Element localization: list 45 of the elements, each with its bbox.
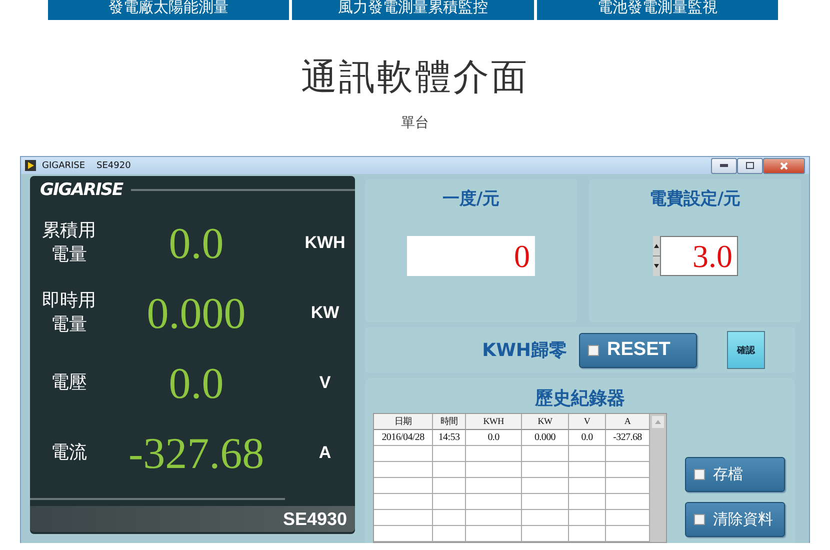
card-title: 一度/元	[442, 188, 500, 210]
reading-label: 電流	[50, 441, 88, 465]
history-button[interactable]: 存檔	[685, 457, 785, 492]
reading-unit: A	[318, 443, 332, 463]
brand-logo: GIGARISE	[40, 180, 123, 200]
app-icon	[25, 160, 36, 171]
model-label: SE4930	[282, 508, 347, 530]
close-icon[interactable]	[763, 158, 805, 174]
page-heading: 通訊軟體介面	[300, 56, 530, 100]
cost-value-field: 0	[407, 236, 535, 276]
table-cell: 14:53	[433, 430, 466, 446]
spinner-icon[interactable]	[652, 236, 660, 276]
table-cell: 2016/04/28	[374, 430, 433, 446]
maximize-icon[interactable]	[737, 158, 763, 174]
reading-value: -327.68	[127, 428, 266, 478]
table-cell: 0.000	[522, 430, 569, 446]
minimize-icon[interactable]	[711, 158, 737, 174]
window-title: GIGARISE SE4920	[42, 160, 131, 170]
reading-unit: KW	[310, 303, 340, 323]
reset-label: KWH歸零	[482, 339, 567, 362]
reading-value: 0.0	[168, 218, 225, 268]
table-cell: 0.0	[569, 430, 606, 446]
reading-unit: V	[318, 373, 332, 393]
history-button[interactable]: 清除資料	[685, 502, 785, 537]
nav-tab[interactable]: 風力發電測量累積監控	[292, 0, 534, 20]
column-header: KW	[522, 414, 569, 430]
reading-label: 即時用電量	[40, 289, 97, 337]
column-header: V	[569, 414, 606, 430]
table-cell: -327.68	[606, 430, 650, 446]
reading-value: 0.0	[168, 358, 225, 408]
column-header: 日期	[374, 414, 433, 430]
reading-label: 累積用電量	[40, 219, 97, 267]
column-header: KWH	[466, 414, 522, 430]
column-header: A	[606, 414, 650, 430]
reading-unit: KWH	[304, 233, 346, 253]
reset-button[interactable]: RESET	[579, 332, 697, 368]
column-header: 時間	[433, 414, 466, 430]
rate-input-field[interactable]: 3.0	[660, 236, 738, 276]
confirm-button[interactable]: 確認	[727, 331, 765, 369]
history-title: 歷史紀錄器	[534, 387, 626, 410]
reading-value: 0.000	[146, 288, 247, 338]
reading-label: 電壓	[50, 371, 88, 395]
card-title: 電費設定/元	[649, 188, 741, 210]
page-subheading: 單台	[400, 114, 430, 132]
table-cell: 0.0	[466, 430, 522, 446]
